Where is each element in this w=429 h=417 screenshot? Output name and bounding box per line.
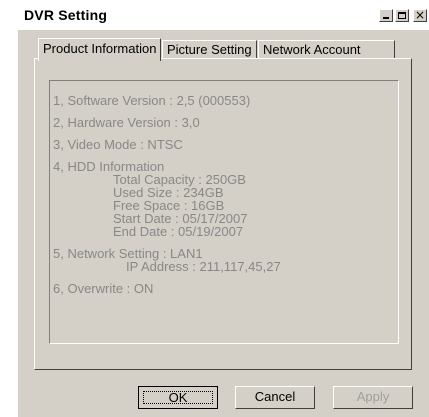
close-icon: ×	[414, 8, 426, 22]
tab-panel-product-information: 1, Software Version : 2,5 (000553) 2, Ha…	[34, 58, 412, 370]
window-title: DVR Setting	[24, 7, 108, 23]
tab-network-account[interactable]: Network Account	[258, 40, 395, 58]
minimize-button[interactable]	[379, 9, 393, 22]
window-controls: ×	[379, 8, 427, 22]
tab-product-information[interactable]: Product Information	[38, 38, 161, 61]
video-mode: 3, Video Mode : NTSC	[53, 137, 183, 152]
ip-address: IP Address : 211,117,45,27	[126, 259, 281, 274]
dvr-setting-dialog: DVR Setting × Product Information Pictur…	[18, 0, 429, 417]
apply-button[interactable]: Apply	[333, 386, 413, 409]
overwrite-setting: 6, Overwrite : ON	[53, 281, 154, 296]
hardware-version: 2, Hardware Version : 3,0	[53, 115, 200, 130]
cancel-button[interactable]: Cancel	[235, 386, 315, 409]
ok-button[interactable]: OK	[138, 386, 218, 409]
tab-picture-setting[interactable]: Picture Setting	[162, 40, 257, 58]
maximize-icon	[398, 12, 406, 19]
hdd-end-date: End Date : 05/19/2007	[113, 224, 244, 239]
close-button[interactable]: ×	[413, 8, 427, 22]
title-bar[interactable]: DVR Setting ×	[18, 0, 429, 30]
ok-button-label: OK	[143, 391, 213, 404]
minimize-icon	[383, 17, 389, 19]
maximize-button[interactable]	[395, 9, 409, 22]
software-version: 1, Software Version : 2,5 (000553)	[53, 93, 251, 108]
product-info-text: 1, Software Version : 2,5 (000553) 2, Ha…	[53, 94, 281, 295]
product-info-box: 1, Software Version : 2,5 (000553) 2, Ha…	[49, 80, 399, 344]
